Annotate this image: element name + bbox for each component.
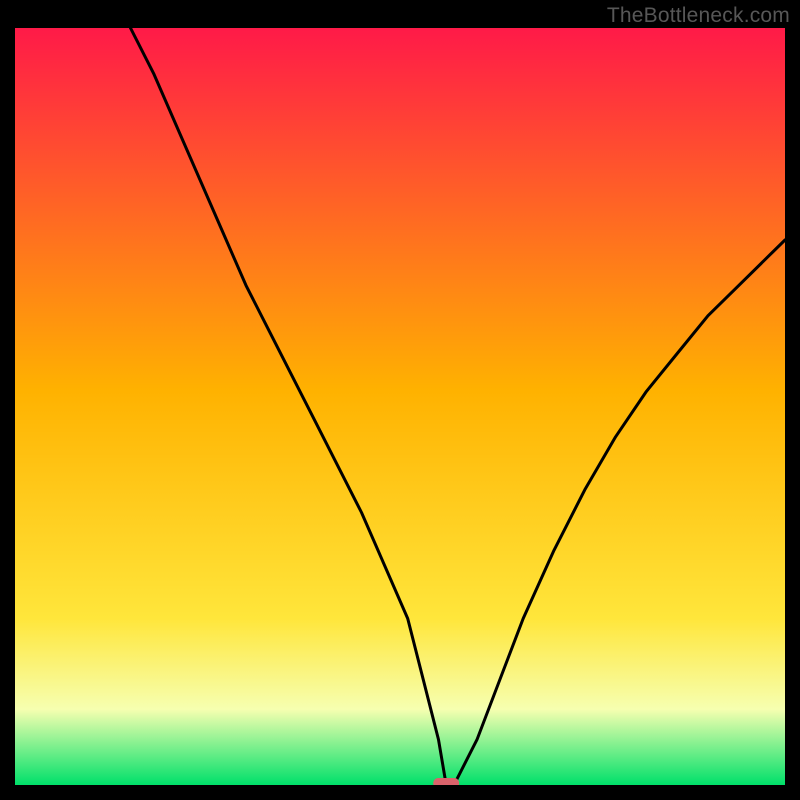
optimal-point-marker <box>433 778 459 785</box>
chart-container: TheBottleneck.com <box>0 0 800 800</box>
plot-area <box>15 28 785 785</box>
bottleneck-curve-chart <box>15 28 785 785</box>
gradient-background <box>15 28 785 785</box>
attribution-text: TheBottleneck.com <box>607 4 790 28</box>
